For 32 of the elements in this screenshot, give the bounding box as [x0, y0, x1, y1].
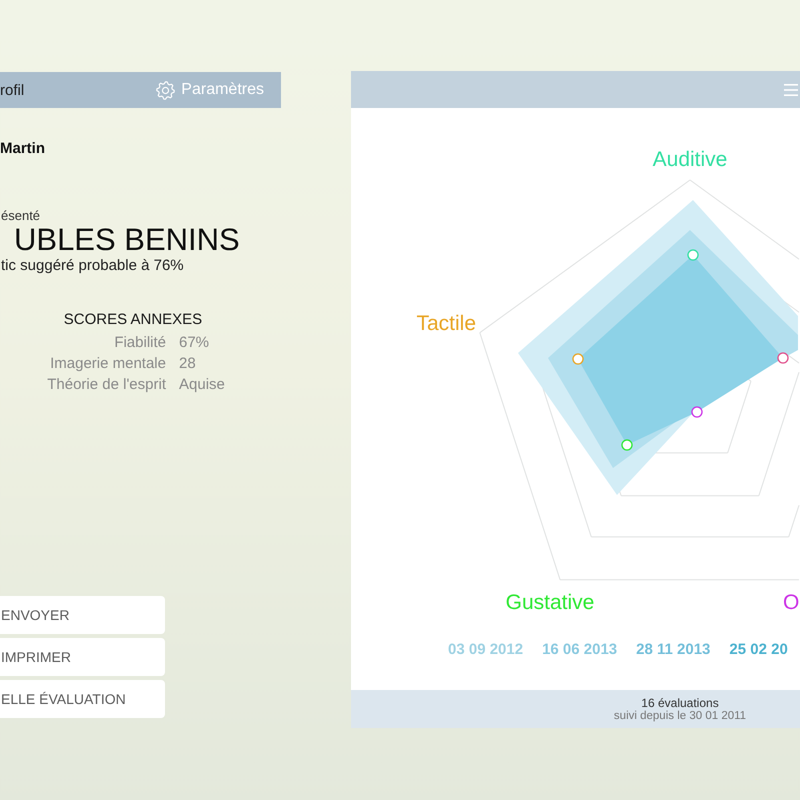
- diagnosis-subtitle: tic suggéré probable à 76%: [0, 257, 185, 274]
- settings-icon: [156, 80, 176, 100]
- score-value: 28: [179, 354, 197, 374]
- diagnosis-title: UBLES BENINS: [13, 223, 241, 257]
- score-value: Aquise: [179, 375, 226, 395]
- score-label: Théorie de l'esprit: [46, 375, 166, 395]
- axis-label: Gustative: [506, 591, 594, 614]
- action-button[interactable]: IMPRIMER: [0, 638, 165, 676]
- data-point: [572, 353, 584, 365]
- score-label: Fiabilité: [113, 333, 166, 353]
- diagnosis-label: ésenté: [0, 208, 42, 223]
- menu-icon[interactable]: [784, 84, 798, 96]
- evaluation-date[interactable]: 16 06 2013: [542, 641, 618, 659]
- axis-label: Tactile: [416, 312, 476, 335]
- evaluation-date[interactable]: 03 09 2012: [448, 641, 524, 659]
- evaluation-date[interactable]: 28 11 2013: [636, 641, 710, 659]
- evaluation-date[interactable]: 25 02 20: [729, 641, 788, 659]
- patient-name: Martin: [0, 140, 46, 158]
- scores-heading: SCORES ANNEXES: [62, 311, 204, 329]
- axis-label: O: [783, 591, 800, 614]
- data-point: [621, 439, 633, 451]
- panel-title: rofil: [0, 82, 24, 98]
- data-point: [691, 406, 703, 418]
- follow-up-since: suivi depuis le 30 01 2011: [614, 710, 746, 722]
- evaluation-count: 16 évaluations: [641, 696, 719, 710]
- action-button[interactable]: ENVOYER: [0, 596, 165, 634]
- axis-label: Auditive: [652, 148, 728, 171]
- score-label: Imagerie mentale: [49, 354, 166, 374]
- action-button[interactable]: ELLE ÉVALUATION: [0, 680, 165, 718]
- data-point: [687, 249, 699, 261]
- settings-button[interactable]: Paramètres: [156, 80, 281, 100]
- score-value: 67%: [179, 333, 210, 353]
